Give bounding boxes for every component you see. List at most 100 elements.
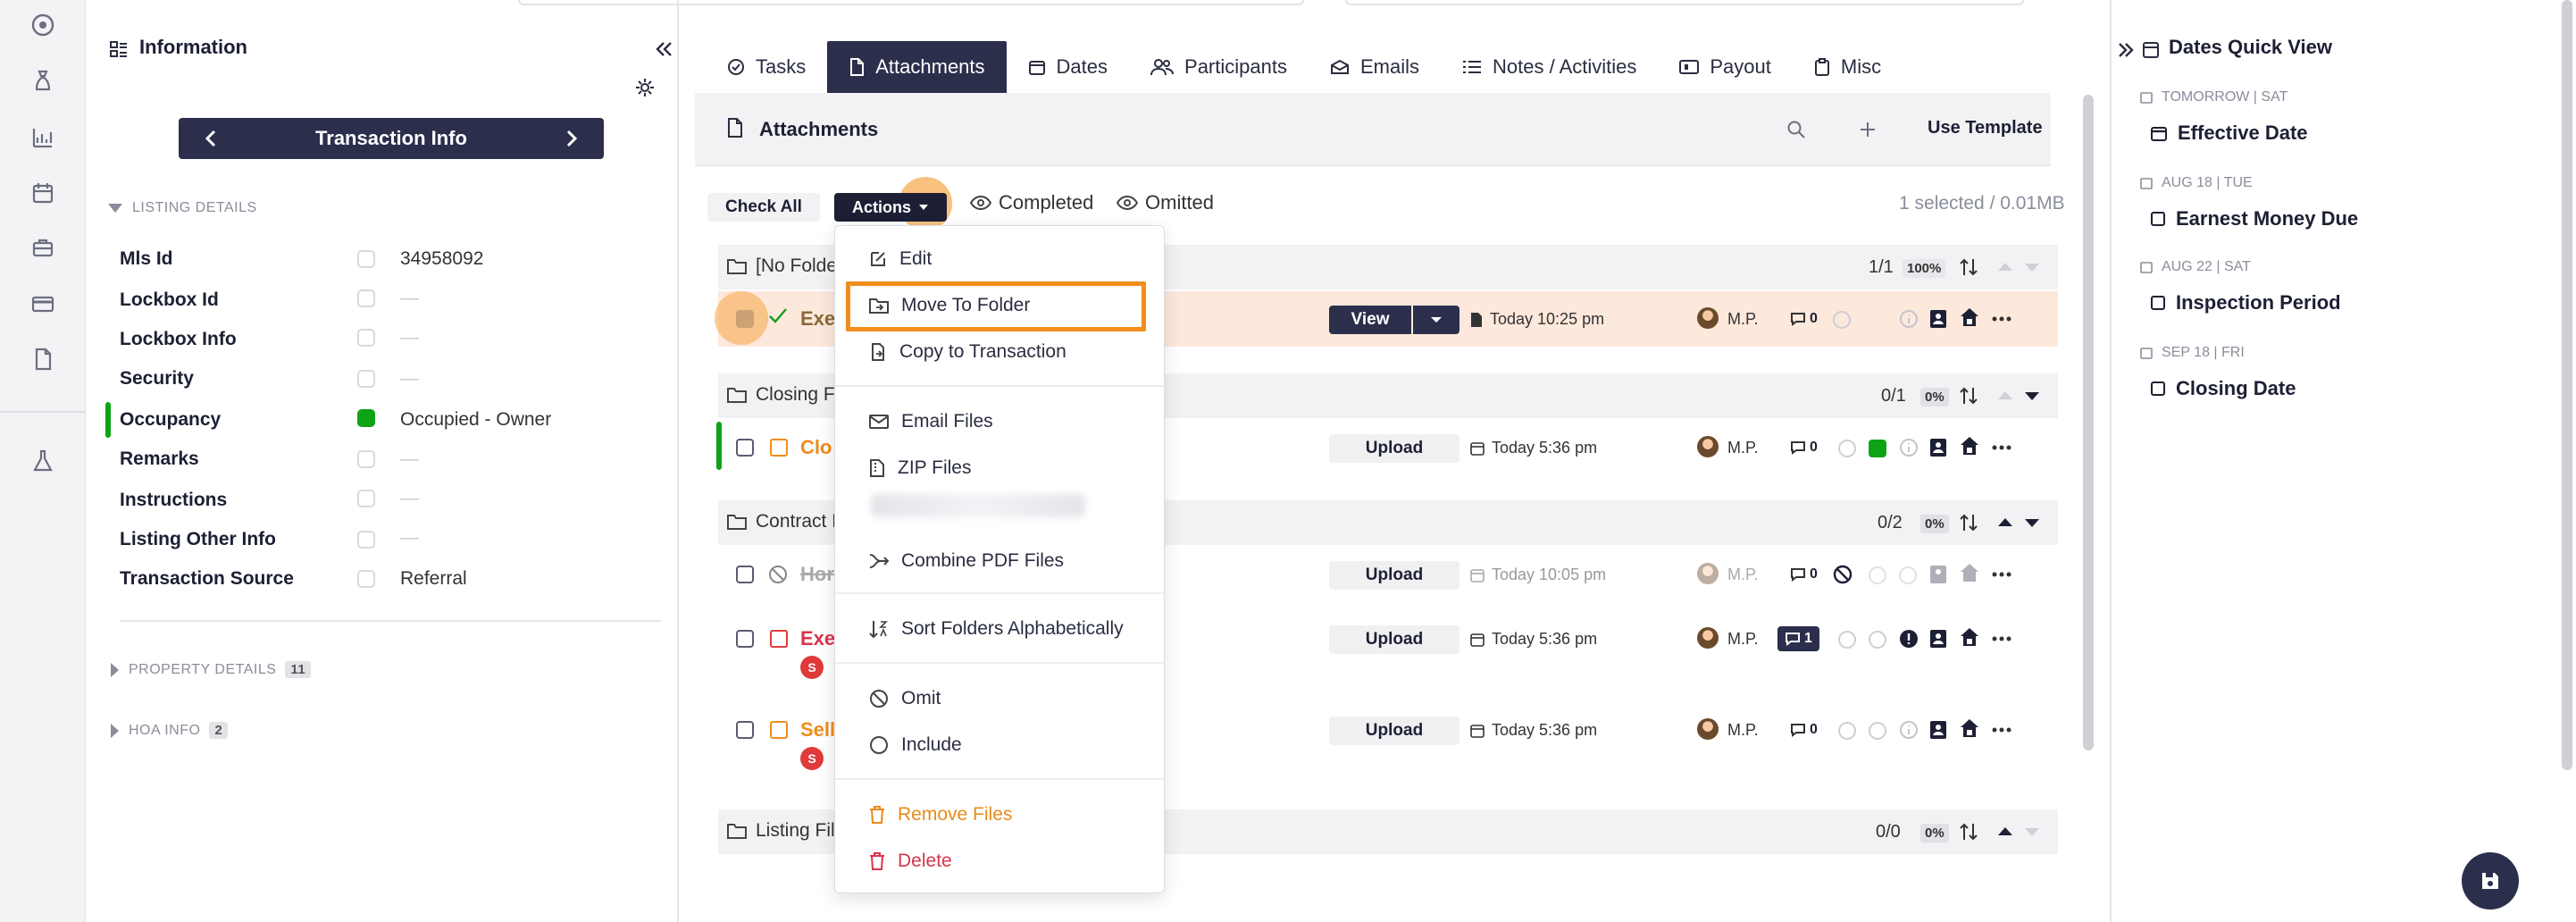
chart-icon[interactable] bbox=[30, 125, 55, 150]
upload-button[interactable]: Upload bbox=[1329, 561, 1459, 590]
dashboard-icon[interactable] bbox=[30, 13, 55, 38]
menu-item-sort-folders[interactable]: Sort Folders Alphabetically bbox=[835, 608, 1166, 650]
date-checkbox[interactable] bbox=[2151, 296, 2165, 310]
row-checkbox-checked[interactable] bbox=[357, 409, 375, 427]
collapse-left-icon[interactable] bbox=[654, 39, 673, 59]
tab-payout[interactable]: Payout bbox=[1658, 41, 1793, 93]
contact-card-icon[interactable] bbox=[1929, 720, 1947, 740]
date-checkbox[interactable] bbox=[2151, 212, 2165, 226]
file-name[interactable]: Clo bbox=[800, 436, 832, 459]
sort-icon[interactable] bbox=[1960, 257, 1978, 277]
property-icon[interactable] bbox=[30, 236, 55, 261]
tab-tasks[interactable]: Tasks bbox=[706, 41, 827, 93]
menu-item-zip-files[interactable]: ZIP Files bbox=[835, 448, 1166, 489]
file-checkbox[interactable] bbox=[736, 630, 754, 648]
row-checkbox[interactable] bbox=[357, 329, 375, 347]
menu-item-include[interactable]: Include bbox=[835, 725, 1166, 766]
contact-card-icon[interactable] bbox=[1929, 565, 1947, 584]
row-checkbox[interactable] bbox=[357, 490, 375, 507]
row-checkbox[interactable] bbox=[357, 531, 375, 549]
row-checkbox[interactable] bbox=[357, 250, 375, 268]
listing-details-toggle[interactable]: LISTING DETAILS bbox=[107, 200, 257, 216]
top-field-right[interactable] bbox=[1345, 0, 2024, 5]
completed-filter[interactable]: Completed bbox=[970, 191, 1093, 214]
date-item[interactable]: Effective Date bbox=[2151, 122, 2308, 145]
contact-card-icon[interactable] bbox=[1929, 309, 1947, 329]
expand-right-icon[interactable] bbox=[2117, 41, 2135, 59]
view-button[interactable]: View bbox=[1329, 306, 1411, 334]
tab-attachments[interactable]: Attachments bbox=[827, 41, 1007, 93]
menu-item-copy-to-transaction[interactable]: Copy to Transaction bbox=[835, 331, 1166, 373]
tab-participants[interactable]: Participants bbox=[1129, 41, 1309, 93]
status-circle[interactable] bbox=[1833, 311, 1851, 329]
upload-button[interactable]: Upload bbox=[1329, 434, 1459, 463]
main-scrollbar[interactable] bbox=[2083, 95, 2094, 750]
row-checkbox[interactable] bbox=[357, 450, 375, 468]
card-icon[interactable] bbox=[30, 291, 55, 316]
file-name[interactable]: Sell bbox=[800, 718, 835, 742]
upload-button[interactable]: Upload bbox=[1329, 717, 1459, 745]
status-complete[interactable] bbox=[1869, 440, 1886, 457]
hoa-info-toggle[interactable]: HOA INFO 2 bbox=[109, 722, 229, 739]
collapse-up-icon[interactable] bbox=[1997, 261, 2013, 272]
collapse-up-icon[interactable] bbox=[1997, 390, 2013, 400]
menu-item-remove-files[interactable]: Remove Files bbox=[835, 794, 1166, 835]
sort-icon[interactable] bbox=[1960, 822, 1978, 842]
gear-icon[interactable] bbox=[634, 77, 656, 98]
calendar-icon[interactable] bbox=[30, 180, 55, 205]
flask-icon[interactable] bbox=[30, 448, 55, 474]
actions-button[interactable]: Actions bbox=[834, 193, 947, 222]
comment-count[interactable]: 0 bbox=[1786, 438, 1821, 457]
money-bag-icon[interactable] bbox=[30, 68, 55, 93]
next-section-icon[interactable] bbox=[565, 129, 579, 148]
more-icon[interactable] bbox=[1992, 316, 2011, 322]
use-template-button[interactable]: Use Template bbox=[1928, 118, 2043, 138]
date-item[interactable]: Closing Date bbox=[2151, 377, 2296, 400]
sort-icon[interactable] bbox=[1960, 386, 1978, 406]
home-icon[interactable] bbox=[1960, 563, 1979, 583]
tab-dates[interactable]: Dates bbox=[1007, 41, 1129, 93]
plus-icon[interactable] bbox=[1858, 120, 1878, 139]
view-options-button[interactable] bbox=[1413, 306, 1459, 334]
menu-item-delete[interactable]: Delete bbox=[835, 841, 1166, 882]
row-checkbox[interactable] bbox=[357, 289, 375, 307]
home-icon[interactable] bbox=[1960, 436, 1979, 456]
home-icon[interactable] bbox=[1960, 307, 1979, 327]
expand-down-icon[interactable] bbox=[2024, 263, 2040, 273]
file-name[interactable]: Exe bbox=[800, 307, 835, 331]
status-circle[interactable] bbox=[1838, 440, 1856, 457]
comment-count[interactable]: 0 bbox=[1786, 309, 1821, 329]
document-icon[interactable] bbox=[30, 347, 55, 372]
row-checkbox[interactable] bbox=[357, 370, 375, 388]
upload-button[interactable]: Upload bbox=[1329, 625, 1459, 654]
check-all-button[interactable]: Check All bbox=[707, 193, 820, 222]
date-item[interactable]: Earnest Money Due bbox=[2151, 207, 2358, 230]
comment-count[interactable]: 0 bbox=[1786, 565, 1821, 584]
tab-misc[interactable]: Misc bbox=[1793, 41, 1903, 93]
search-icon[interactable] bbox=[1786, 120, 1806, 139]
expand-down-icon[interactable] bbox=[2024, 827, 2040, 838]
status-circle[interactable] bbox=[1869, 631, 1886, 649]
omitted-filter[interactable]: Omitted bbox=[1117, 191, 1214, 214]
contact-card-icon[interactable] bbox=[1929, 438, 1947, 457]
collapse-up-icon[interactable] bbox=[1997, 516, 2013, 527]
alert-icon[interactable] bbox=[1899, 629, 1919, 649]
comment-count[interactable]: 0 bbox=[1786, 720, 1821, 740]
home-icon[interactable] bbox=[1960, 627, 1979, 647]
status-circle[interactable] bbox=[1838, 722, 1856, 740]
info-circle-icon[interactable] bbox=[1899, 309, 1919, 329]
save-button[interactable] bbox=[2462, 852, 2519, 909]
comment-count[interactable]: 1 bbox=[1777, 626, 1819, 651]
top-field-left[interactable] bbox=[518, 0, 1304, 5]
home-icon[interactable] bbox=[1960, 718, 1979, 738]
tab-emails[interactable]: Emails bbox=[1309, 41, 1441, 93]
expand-down-icon[interactable] bbox=[2024, 518, 2040, 529]
more-icon[interactable] bbox=[1992, 727, 2011, 733]
more-icon[interactable] bbox=[1992, 636, 2011, 641]
menu-item-edit[interactable]: Edit bbox=[835, 239, 1166, 280]
property-details-toggle[interactable]: PROPERTY DETAILS 11 bbox=[109, 661, 312, 678]
status-circle[interactable] bbox=[1869, 566, 1886, 584]
page-scrollbar[interactable] bbox=[2562, 0, 2572, 770]
file-checkbox[interactable] bbox=[736, 439, 754, 457]
row-checkbox[interactable] bbox=[357, 570, 375, 588]
